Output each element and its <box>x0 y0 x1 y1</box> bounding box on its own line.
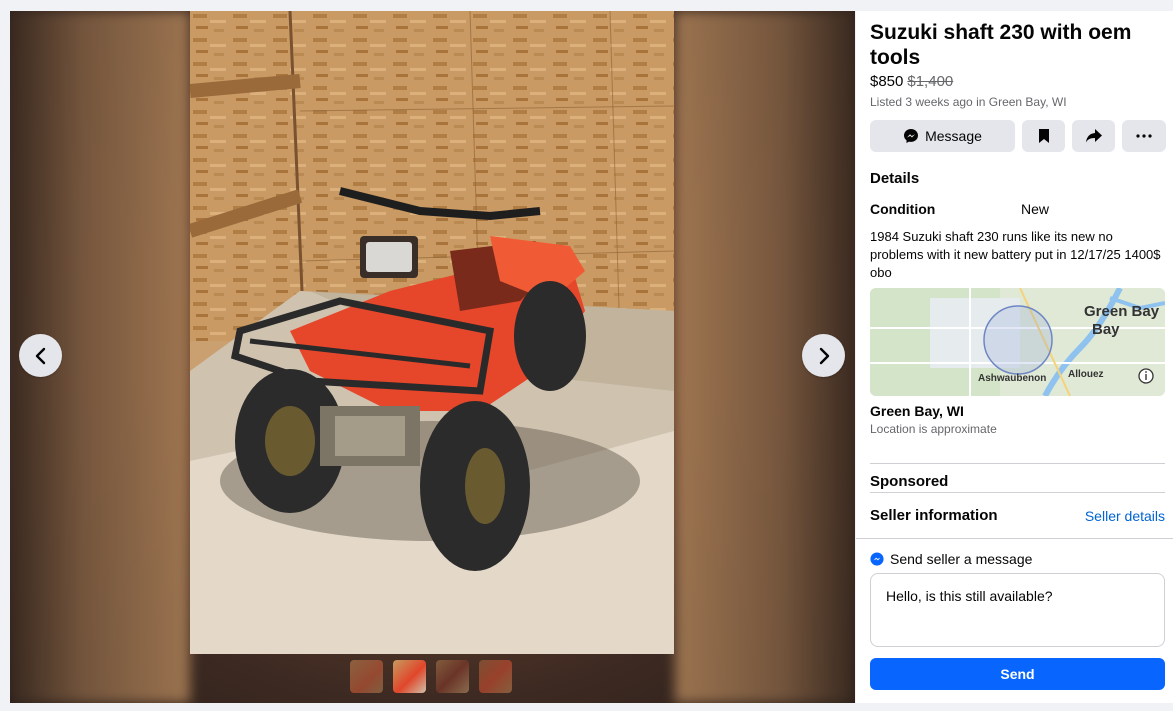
location-note: Location is approximate <box>870 422 997 436</box>
share-icon <box>1085 129 1102 143</box>
messenger-icon <box>904 129 919 143</box>
message-button-label: Message <box>925 128 982 144</box>
current-price: $850 <box>870 73 904 90</box>
map-suburb-allouez: Allouez <box>1068 369 1104 380</box>
map-suburb-ashwaubenon: Ashwaubenon <box>978 373 1046 384</box>
messenger-icon <box>870 552 884 566</box>
thumbnail[interactable] <box>350 660 383 693</box>
listing-details-panel: Suzuki shaft 230 with oem tools $850 $1,4… <box>856 11 1173 703</box>
send-message-heading: Send seller a message <box>870 551 1032 567</box>
thumbnail[interactable] <box>479 660 512 693</box>
thumbnail-strip <box>350 660 512 693</box>
condition-value: New <box>1021 201 1050 217</box>
svg-text:Bay: Bay <box>1092 321 1120 338</box>
chevron-left-icon <box>35 347 45 364</box>
marketplace-item-view: Suzuki shaft 230 with oem tools $850 $1,4… <box>0 0 1173 711</box>
original-price: $1,400 <box>907 73 954 90</box>
location-map[interactable]: Green Bay Bay Ashwaubenon Allouez <box>870 288 1165 396</box>
media-viewer <box>10 11 855 703</box>
condition-label: Condition <box>870 201 936 217</box>
action-bar: Message <box>870 120 1166 152</box>
share-button[interactable] <box>1072 120 1115 152</box>
thumbnail[interactable] <box>393 660 426 693</box>
previous-photo-button[interactable] <box>19 334 62 377</box>
sponsored-heading: Sponsored <box>870 473 949 490</box>
save-button[interactable] <box>1022 120 1065 152</box>
more-icon <box>1136 134 1152 138</box>
divider <box>870 463 1165 464</box>
listed-time-location: Listed 3 weeks ago in Green Bay, WI <box>870 95 1067 109</box>
bookmark-icon <box>1038 129 1049 143</box>
listing-title: Suzuki shaft 230 with oem tools <box>870 21 1132 69</box>
thumbnail[interactable] <box>436 660 469 693</box>
listing-description: 1984 Suzuki shaft 230 runs like its new … <box>870 229 1161 280</box>
seller-details-link[interactable]: Seller details <box>1085 508 1165 524</box>
chevron-right-icon <box>819 347 829 364</box>
divider <box>856 538 1173 539</box>
divider <box>870 492 1165 493</box>
listing-photo[interactable] <box>190 11 674 654</box>
send-button[interactable]: Send <box>870 658 1165 690</box>
send-message-heading-label: Send seller a message <box>890 551 1033 567</box>
seller-information-heading: Seller information <box>870 507 998 524</box>
message-input[interactable]: Hello, is this still available? <box>870 573 1165 647</box>
more-options-button[interactable] <box>1122 120 1166 152</box>
location-name: Green Bay, WI <box>870 403 964 419</box>
info-icon[interactable] <box>1138 368 1154 384</box>
message-button[interactable]: Message <box>870 120 1015 152</box>
map-city-label: Green Bay <box>1084 303 1160 320</box>
listing-price: $850 $1,400 <box>870 73 953 90</box>
details-heading: Details <box>870 170 920 187</box>
next-photo-button[interactable] <box>802 334 845 377</box>
